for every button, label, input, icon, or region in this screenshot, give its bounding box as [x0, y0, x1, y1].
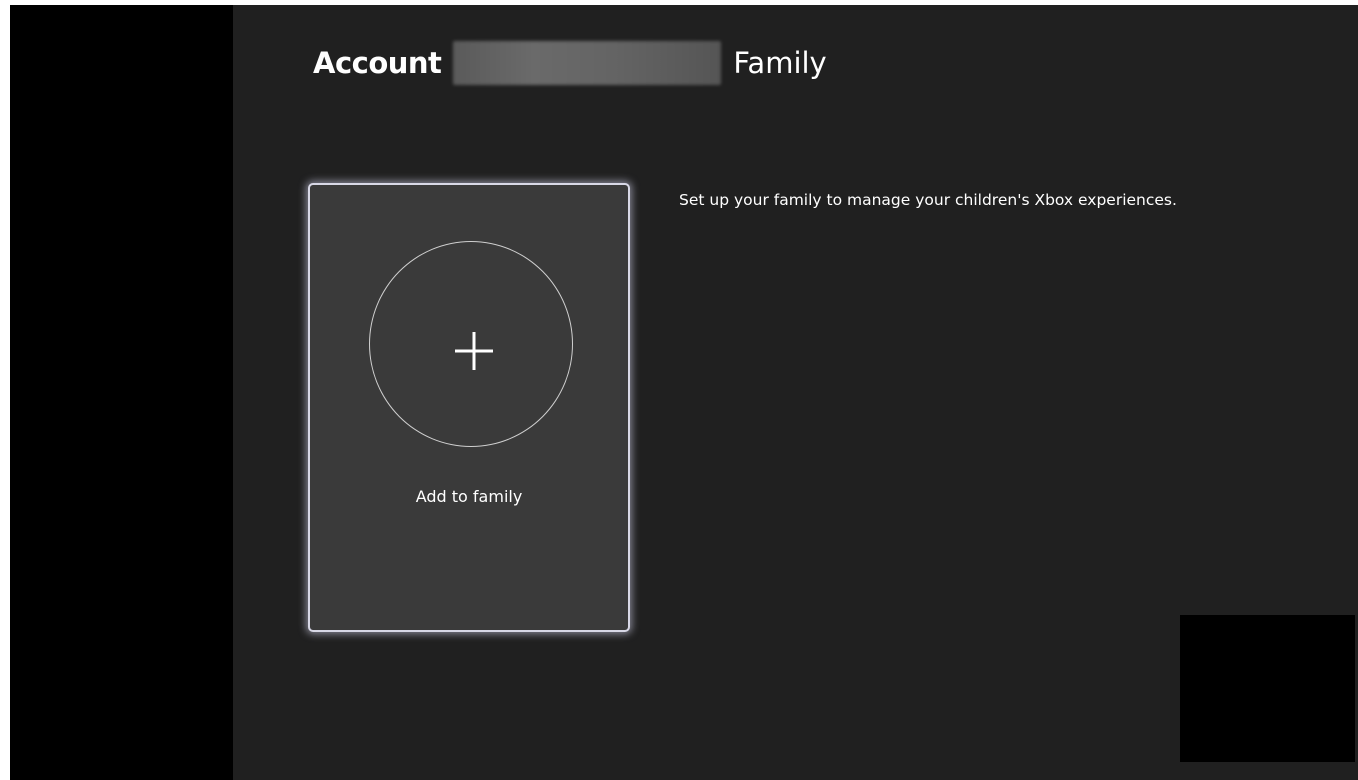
left-edge: [0, 0, 10, 780]
add-to-family-button[interactable]: Add to family: [308, 183, 630, 632]
page-header: Account Family: [313, 37, 827, 89]
plus-icon: [455, 332, 493, 370]
picture-in-picture-overlay: [1180, 615, 1355, 762]
add-to-family-label: Add to family: [415, 487, 523, 506]
header-family-label: Family: [733, 46, 827, 80]
family-description: Set up your family to manage your childr…: [679, 191, 1177, 209]
left-panel: [10, 5, 233, 780]
redacted-gamertag: [453, 41, 722, 85]
header-account-label: Account: [313, 46, 442, 80]
xbox-screen: Account Family Add to family Set up your…: [0, 0, 1358, 780]
